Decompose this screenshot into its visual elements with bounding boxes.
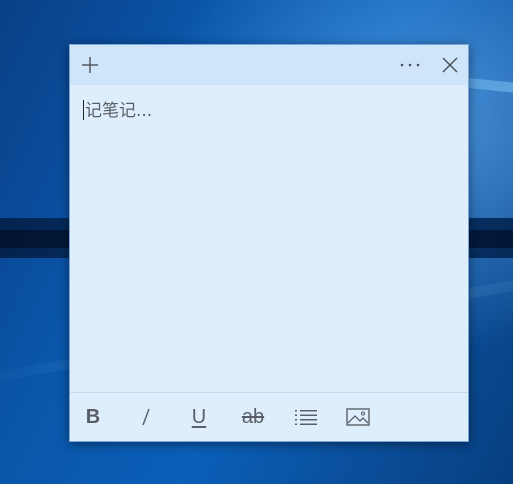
add-note-button[interactable] bbox=[70, 45, 110, 85]
note-titlebar[interactable] bbox=[70, 45, 468, 85]
insert-image-button[interactable] bbox=[338, 403, 378, 431]
editor-placeholder: 记笔记... bbox=[85, 101, 153, 121]
underline-label: U bbox=[191, 405, 207, 428]
more-icon bbox=[400, 63, 420, 67]
plus-icon bbox=[82, 57, 98, 73]
formatting-toolbar: B U ab bbox=[70, 392, 468, 441]
text-caret bbox=[83, 100, 84, 120]
bullet-list-button[interactable] bbox=[286, 403, 326, 431]
bullet-list-icon bbox=[295, 410, 317, 425]
note-content-area[interactable]: 记笔记... bbox=[70, 85, 468, 393]
bold-label: B bbox=[85, 405, 101, 428]
underline-button[interactable]: U bbox=[179, 403, 219, 431]
bold-button[interactable]: B bbox=[73, 403, 113, 431]
close-icon bbox=[442, 57, 458, 73]
note-text-editor[interactable]: 记笔记... bbox=[83, 99, 455, 393]
strikethrough-label: ab bbox=[241, 405, 265, 428]
italic-icon bbox=[142, 408, 150, 426]
italic-button[interactable] bbox=[126, 403, 166, 431]
close-button[interactable] bbox=[430, 45, 470, 85]
image-icon bbox=[346, 408, 370, 426]
strikethrough-button[interactable]: ab bbox=[233, 403, 273, 431]
menu-button[interactable] bbox=[390, 45, 430, 85]
sticky-note-window: 记笔记... B U ab bbox=[69, 44, 469, 442]
